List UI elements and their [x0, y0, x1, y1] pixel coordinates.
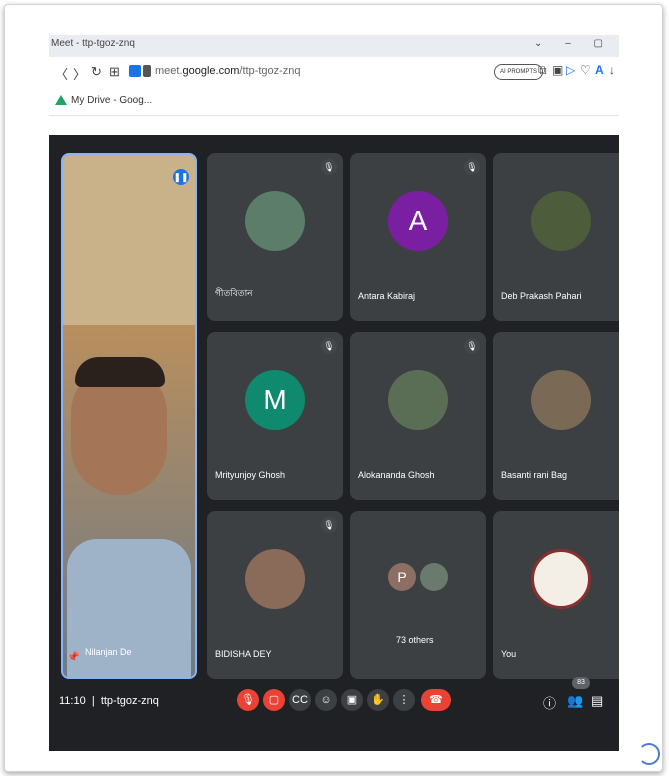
tab-strip: Meet - ttp-tgoz-znq ⌄ – ▢: [49, 35, 619, 57]
participant-tile[interactable]: Deb Prakash Pahari: [493, 153, 619, 321]
bookmarks-bar: My Drive - Goog...: [49, 87, 619, 116]
browser-window: Meet - ttp-tgoz-znq ⌄ – ▢ 〈 〉 ↻ ⊞ meet.g…: [49, 35, 619, 751]
participant-name: You: [501, 649, 517, 659]
pinned-participant-tile[interactable]: ❚❚ 📌 Nilanjan De: [61, 153, 197, 679]
forward-icon[interactable]: 〉: [73, 64, 86, 83]
muted-mic-icon: 🎙: [321, 517, 337, 533]
mic-off-icon[interactable]: 🎙: [237, 689, 259, 711]
participant-tile[interactable]: 🎙 গীতবিতান: [207, 153, 343, 321]
participant-avatar-photo: [388, 370, 448, 430]
captions-icon[interactable]: CC: [289, 689, 311, 711]
participant-avatar-photo: [245, 191, 305, 251]
others-avatar-photo: [420, 563, 448, 591]
profile-icon[interactable]: A: [595, 63, 604, 77]
muted-mic-icon: 🎙: [321, 159, 337, 175]
people-icon[interactable]: 👥: [567, 693, 583, 709]
bookmark-my-drive[interactable]: My Drive - Goog...: [71, 95, 152, 106]
google-drive-icon: [55, 95, 67, 105]
address-bar[interactable]: meet.google.com/ttp-tgoz-znq: [155, 65, 301, 77]
participant-tile[interactable]: 🎙 BIDISHA DEY: [207, 511, 343, 679]
participant-name: Nilanjan De: [85, 647, 132, 657]
lock-icon[interactable]: [143, 65, 151, 77]
muted-mic-icon: 🎙: [464, 159, 480, 175]
participant-avatar-photo: [531, 370, 591, 430]
meet-favicon-icon: [129, 65, 141, 77]
participant-avatar-photo: [245, 549, 305, 609]
participant-tile[interactable]: A 🎙 Antara Kabiraj: [350, 153, 486, 321]
avatar-letter: M: [245, 370, 305, 430]
participant-name: Deb Prakash Pahari: [501, 291, 582, 301]
screenshot-icon[interactable]: ▣: [552, 63, 563, 77]
share-icon[interactable]: ⧉: [538, 63, 547, 78]
ai-prompts-button[interactable]: AI PROMPTS: [494, 64, 544, 80]
participant-tile[interactable]: P 73 others: [350, 511, 486, 679]
favorite-icon[interactable]: ♡: [580, 63, 591, 77]
more-options-icon[interactable]: ⋮: [393, 689, 415, 711]
speaker-hair: [75, 357, 165, 387]
participant-count-badge: 83: [572, 677, 590, 689]
browser-toolbar: 〈 〉 ↻ ⊞ meet.google.com/ttp-tgoz-znq AI …: [49, 57, 619, 87]
tab-title[interactable]: Meet - ttp-tgoz-znq: [51, 38, 135, 49]
hangup-icon[interactable]: ☎: [421, 689, 451, 711]
reload-icon[interactable]: ↻: [91, 64, 102, 80]
participant-tile[interactable]: M 🎙 Mrityunjoy Ghosh: [207, 332, 343, 500]
participant-name: 73 others: [396, 635, 434, 645]
back-icon[interactable]: 〈: [55, 64, 68, 83]
camera-off-icon[interactable]: ▢: [263, 689, 285, 711]
info-icon[interactable]: ⓘ: [543, 693, 556, 712]
raise-hand-icon[interactable]: ✋: [367, 689, 389, 711]
participant-name: Basanti rani Bag: [501, 470, 568, 480]
participant-name: BIDISHA DEY: [215, 649, 272, 659]
emoji-icon[interactable]: ☺: [315, 689, 337, 711]
download-icon[interactable]: ↓: [609, 63, 615, 77]
participant-name: Mrityunjoy Ghosh: [215, 470, 286, 480]
apps-grid-icon[interactable]: ⊞: [109, 64, 120, 80]
participant-name: Alokananda Ghosh: [358, 470, 435, 480]
play-icon[interactable]: ▷: [566, 63, 575, 77]
chat-icon[interactable]: ▤: [591, 693, 603, 709]
speaking-indicator-icon: ❚❚: [173, 169, 189, 185]
others-avatar: P: [388, 563, 416, 591]
avatar-letter: A: [388, 191, 448, 251]
participant-tile[interactable]: Basanti rani Bag: [493, 332, 619, 500]
present-icon[interactable]: ▣: [341, 689, 363, 711]
corner-mark-icon: [638, 743, 660, 765]
institution-logo: [531, 549, 591, 609]
participant-name: গীতবিতান: [215, 288, 253, 298]
participant-tile[interactable]: You: [493, 511, 619, 679]
participant-name: Antara Kabiraj: [358, 291, 416, 301]
meeting-time-and-code: 11:10 | ttp-tgoz-znq: [59, 695, 159, 707]
meet-stage: ❚❚ 📌 Nilanjan De 🎙 গীতবিতান A 🎙 Antara Kabir…: [49, 135, 619, 751]
participant-tile[interactable]: 🎙 Alokananda Ghosh: [350, 332, 486, 500]
meeting-controls-bar: 11:10 | ttp-tgoz-znq 🎙 ▢ CC ☺ ▣ ✋ ⋮ ☎ 83…: [49, 669, 619, 739]
participant-avatar-photo: [531, 191, 591, 251]
muted-mic-icon: 🎙: [321, 338, 337, 354]
screenshot-frame: Meet - ttp-tgoz-znq ⌄ – ▢ 〈 〉 ↻ ⊞ meet.g…: [4, 4, 663, 772]
pin-icon[interactable]: 📌: [67, 652, 79, 663]
muted-mic-icon: 🎙: [464, 338, 480, 354]
window-controls[interactable]: ⌄ – ▢: [534, 38, 613, 49]
